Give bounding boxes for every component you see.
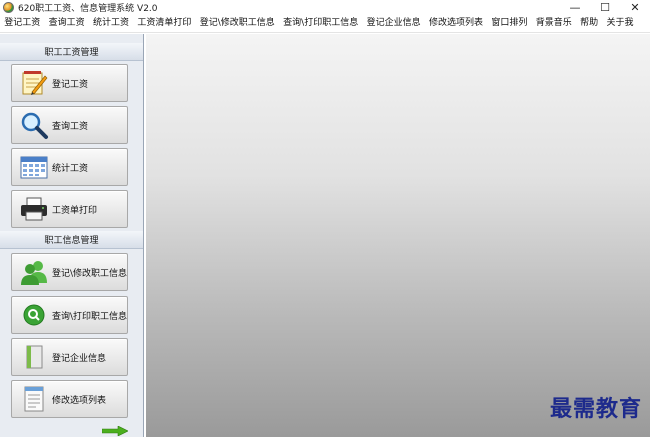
query-salary-label: 查询工资 [52,121,89,132]
minimize-button[interactable]: — [560,0,590,14]
edit-employee-label: 登记\修改职工信息 [52,268,128,279]
users-icon [18,257,50,287]
stat-salary-button[interactable]: 统计工资 [11,148,128,186]
query-salary-button[interactable]: 查询工资 [11,106,128,144]
book-icon [18,342,50,372]
list-doc-icon [18,384,50,414]
menu-query-salary[interactable]: 查询工资 [44,14,88,33]
menu-help[interactable]: 帮助 [576,14,602,33]
window-title: 620职工工资、信息管理系统 V2.0 [18,3,158,14]
menu-window-arrange[interactable]: 窗口排列 [487,14,531,33]
menu-bar: 登记工资 查询工资 统计工资 工资清单打印 登记\修改职工信息 查询\打印职工信… [0,14,650,33]
register-salary-button[interactable]: 登记工资 [11,64,128,102]
menu-query-employee[interactable]: 查询\打印职工信息 [279,14,362,33]
magnifier-icon [18,110,50,140]
sidebar: 职工工资管理 登记工资 查询工资 统计工资 工资单打印 职工信息管理 登记\修改… [0,34,144,437]
app-logo-icon [3,1,14,13]
register-salary-label: 登记工资 [52,79,89,90]
search-badge-icon [18,300,50,330]
edit-options-label: 修改选项列表 [52,395,107,406]
close-button[interactable]: ✕ [620,0,650,14]
register-company-label: 登记企业信息 [52,353,107,364]
arrow-right-icon[interactable] [102,426,128,436]
print-payslip-button[interactable]: 工资单打印 [11,190,128,228]
menu-edit-employee[interactable]: 登记\修改职工信息 [196,14,279,33]
stat-salary-label: 统计工资 [52,163,89,174]
print-payslip-label: 工资单打印 [52,205,98,216]
register-company-button[interactable]: 登记企业信息 [11,338,128,376]
menu-stat-salary[interactable]: 统计工资 [89,14,133,33]
edit-employee-button[interactable]: 登记\修改职工信息 [11,253,128,291]
main-workspace [146,34,650,437]
notepad-pencil-icon [18,68,50,98]
menu-about[interactable]: 关于我 [602,14,637,33]
menu-register-company[interactable]: 登记企业信息 [362,14,424,33]
menu-background-music[interactable]: 背景音乐 [532,14,576,33]
section-salary-header: 职工工资管理 [0,43,143,61]
watermark-text: 最需教育 [549,396,642,422]
printer-icon [18,194,50,224]
menu-print-salary-list[interactable]: 工资清单打印 [133,14,195,33]
section-employee-header: 职工信息管理 [0,231,143,249]
menu-register-salary[interactable]: 登记工资 [0,14,44,33]
query-employee-label: 查询\打印职工信息 [52,311,128,322]
title-bar: 620职工工资、信息管理系统 V2.0 — ☐ ✕ [0,0,650,14]
calendar-table-icon [18,152,50,182]
maximize-button[interactable]: ☐ [590,0,620,14]
window-controls: — ☐ ✕ [560,0,650,14]
menu-edit-options[interactable]: 修改选项列表 [425,14,487,33]
edit-options-button[interactable]: 修改选项列表 [11,380,128,418]
query-employee-button[interactable]: 查询\打印职工信息 [11,296,128,334]
